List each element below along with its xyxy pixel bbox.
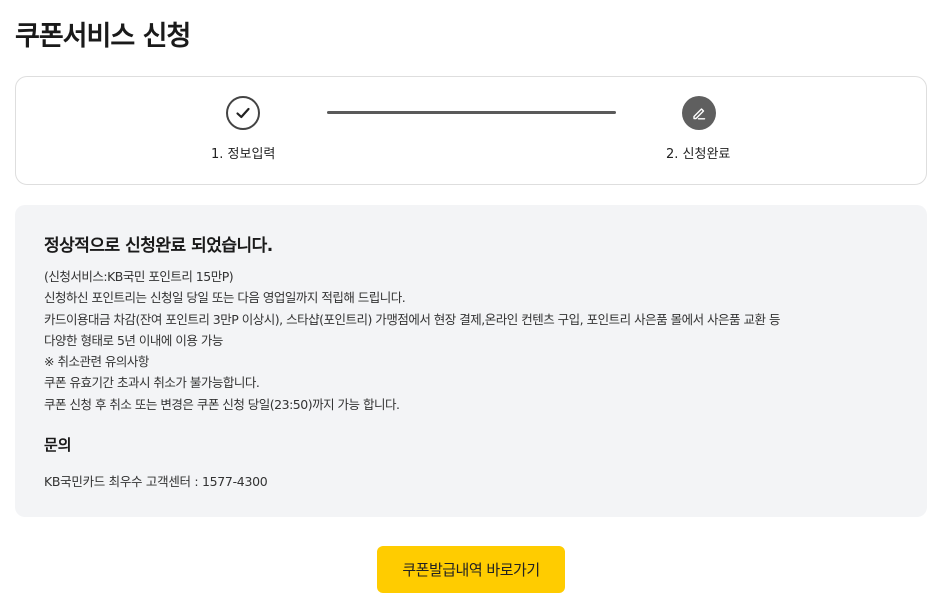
info-line: 쿠폰 신청 후 취소 또는 변경은 쿠폰 신청 당일(23:50)까지 가능 합… [44, 396, 400, 412]
progress-stepper: 1. 정보입력 2. 신청완료 [15, 76, 927, 185]
step-1-label: 1. 정보입력 [211, 147, 276, 162]
info-line: (신청서비스:KB국민 포인트리 15만P) [44, 269, 234, 284]
info-line: 쿠폰 유효기간 초과시 취소가 불가능합니다. [44, 375, 260, 391]
step-connector-line [327, 111, 616, 114]
info-detail-list: (신청서비스:KB국민 포인트리 15만P) 신청하신 포인트리는 신청일 당일… [44, 266, 914, 415]
coupon-history-button[interactable]: 쿠폰발급내역 바로가기 [377, 546, 565, 593]
pencil-icon [693, 108, 706, 120]
contact-text: KB국민카드 최우수 고객센터 : 1577-4300 [44, 474, 268, 489]
completion-headline: 정상적으로 신청완료 되었습니다. [44, 236, 273, 256]
completion-info-panel: 정상적으로 신청완료 되었습니다. (신청서비스:KB국민 포인트리 15만P)… [15, 205, 927, 517]
info-line: ※ 취소관련 유의사항 [44, 354, 149, 370]
info-line: 신청하신 포인트리는 신청일 당일 또는 다음 영업일까지 적립해 드립니다. [44, 290, 406, 306]
info-line: 카드이용대금 차감(잔여 포인트리 3만P 이상시), 스타샵(포인트리) 가맹… [44, 311, 781, 327]
step-1-circle [226, 96, 260, 130]
page-title: 쿠폰서비스 신청 [15, 21, 191, 52]
step-2-label: 2. 신청완료 [666, 147, 731, 162]
contact-title: 문의 [44, 436, 72, 454]
info-line: 다양한 형태로 5년 이내에 이용 가능 [44, 332, 223, 348]
check-icon [236, 107, 250, 119]
step-2-circle [682, 96, 716, 130]
